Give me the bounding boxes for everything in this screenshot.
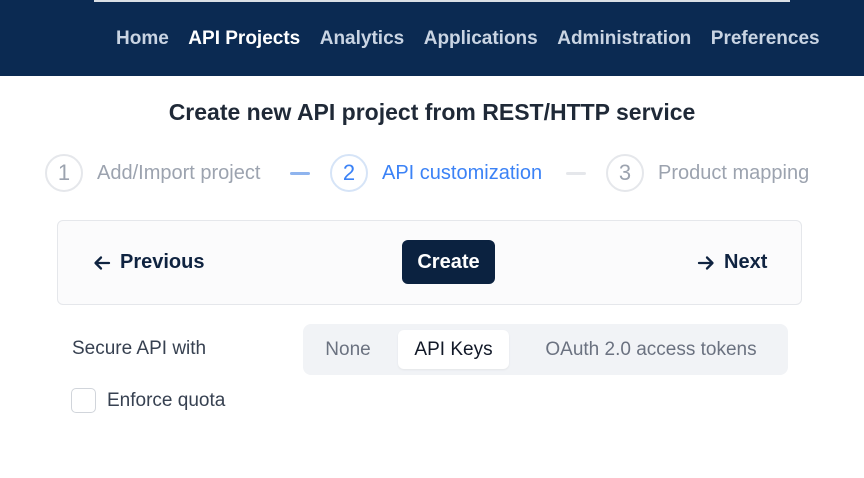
- security-option-api-keys[interactable]: API Keys: [398, 330, 509, 369]
- nav-item-api-projects[interactable]: API Projects: [188, 27, 300, 51]
- step-add-import[interactable]: 1 Add/Import project: [45, 154, 260, 192]
- step-api-customization[interactable]: 2 API customization: [330, 154, 542, 192]
- security-option-oauth[interactable]: OAuth 2.0 access tokens: [521, 330, 781, 369]
- arrow-right-icon: [696, 253, 716, 273]
- enforce-quota-checkbox[interactable]: [71, 388, 96, 413]
- step-number: 1: [45, 154, 83, 192]
- next-button[interactable]: Next: [696, 251, 767, 274]
- nav-item-preferences[interactable]: Preferences: [711, 27, 820, 51]
- create-button[interactable]: Create: [402, 240, 495, 284]
- step-label: Product mapping: [658, 161, 810, 184]
- step-number: 3: [606, 154, 644, 192]
- previous-label: Previous: [120, 251, 205, 273]
- step-connector: [290, 172, 310, 175]
- main-nav: Home API Projects Analytics Applications…: [116, 27, 839, 51]
- secure-api-label: Secure API with: [72, 338, 207, 359]
- top-navigation-bar: Home API Projects Analytics Applications…: [0, 0, 864, 76]
- page-title: Create new API project from REST/HTTP se…: [168, 99, 696, 125]
- security-option-none[interactable]: None: [309, 330, 387, 369]
- nav-item-analytics[interactable]: Analytics: [320, 27, 404, 51]
- step-label: API customization: [382, 161, 543, 184]
- enforce-quota-row: Enforce quota: [71, 388, 225, 413]
- nav-item-home[interactable]: Home: [116, 27, 169, 51]
- nav-item-applications[interactable]: Applications: [424, 27, 538, 51]
- previous-button[interactable]: Previous: [92, 251, 204, 274]
- wizard-actions-card: Previous Create Next: [57, 220, 802, 305]
- window-edge: [94, 0, 790, 2]
- next-label: Next: [724, 251, 768, 273]
- step-product-mapping[interactable]: 3 Product mapping: [606, 154, 809, 192]
- nav-item-administration[interactable]: Administration: [557, 27, 691, 51]
- security-segmented-control: None API Keys OAuth 2.0 access tokens: [303, 324, 788, 375]
- arrow-left-icon: [92, 253, 112, 273]
- step-connector: [566, 172, 586, 175]
- enforce-quota-label: Enforce quota: [107, 389, 226, 411]
- step-label: Add/Import project: [97, 161, 261, 184]
- wizard-stepper: 1 Add/Import project 2 API customization…: [0, 154, 864, 194]
- step-number: 2: [330, 154, 368, 192]
